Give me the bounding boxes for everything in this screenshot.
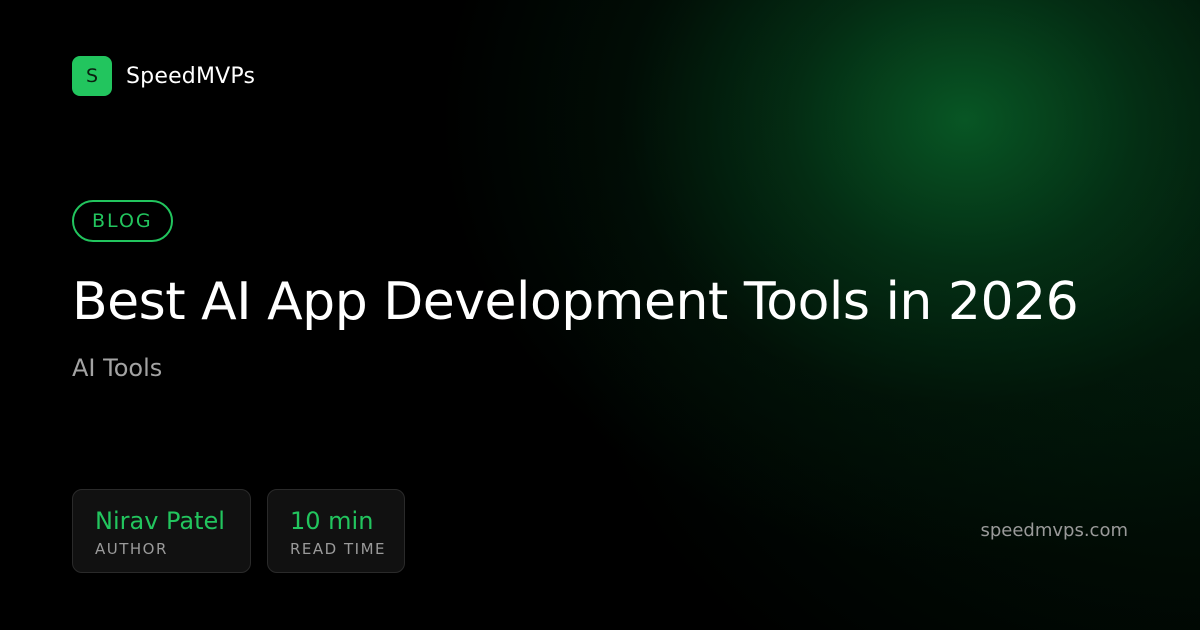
brand-name: SpeedMVPs: [126, 63, 256, 89]
author-label: AUTHOR: [95, 540, 168, 558]
site-domain: speedmvps.com: [980, 520, 1128, 541]
read-time-value: 10 min: [290, 507, 374, 535]
article-category: AI Tools: [72, 354, 163, 382]
brand-logo-letter: S: [85, 65, 99, 87]
read-time-label: READ TIME: [290, 540, 386, 558]
category-badge-label: BLOG: [92, 210, 153, 232]
category-badge: BLOG: [72, 200, 173, 242]
author-name: Nirav Patel: [95, 507, 225, 535]
author-card: Nirav Patel AUTHOR: [72, 489, 251, 573]
brand-logo-icon: S: [72, 56, 112, 96]
read-time-card: 10 min READ TIME: [267, 489, 405, 573]
article-title: Best AI App Development Tools in 2026: [72, 272, 1079, 332]
brand-header: S SpeedMVPs: [72, 56, 255, 96]
